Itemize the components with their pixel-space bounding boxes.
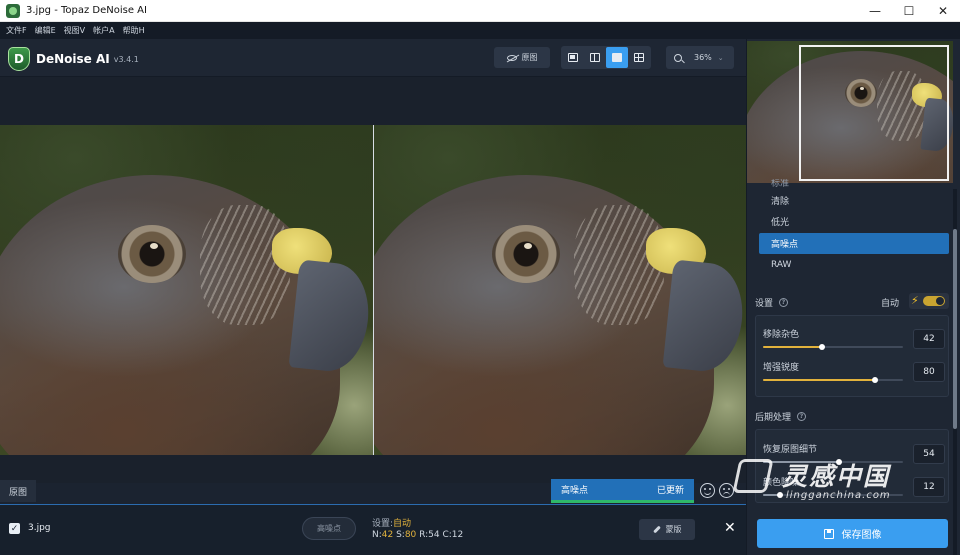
zoom-icon	[674, 53, 682, 62]
model-standard[interactable]: 标准	[759, 179, 949, 189]
slider-knob[interactable]	[835, 459, 842, 465]
toolbar: D DeNoise AI v3.4.1 原图 36% ⌄	[0, 39, 746, 77]
popup-status: 已更新	[656, 486, 684, 496]
close-file-button[interactable]: ✕	[724, 520, 736, 536]
post-processing-header: 后期处理 ?	[755, 410, 807, 423]
maximize-button[interactable]: ☐	[892, 0, 926, 22]
slider-knob[interactable]	[818, 344, 825, 350]
zoom-control[interactable]: 36% ⌄	[666, 46, 734, 69]
frown-icon[interactable]	[719, 483, 734, 498]
view-single-button[interactable]	[562, 47, 584, 68]
view-mode-group	[561, 46, 651, 69]
color-noise-slider: 颜色降噪 12	[755, 472, 949, 502]
view-split-button[interactable]	[584, 47, 606, 68]
chevron-down-icon: ⌄	[717, 53, 724, 62]
model-list: 标准 清除 低光 高噪点 RAW	[759, 179, 949, 276]
show-original-label: 原图	[521, 53, 538, 62]
remove-noise-slider: 移除杂色 42	[755, 324, 949, 354]
feedback-group	[700, 483, 738, 498]
file-stats: N:42 S:80 R:54 C:12	[372, 530, 464, 540]
menu-file[interactable]: 文件F	[6, 25, 27, 36]
panel-scrollbar[interactable]	[953, 189, 957, 555]
save-icon	[823, 528, 834, 539]
split-view-icon	[590, 53, 600, 62]
model-severe-noise[interactable]: 高噪点	[759, 232, 949, 254]
side-by-side-view-icon	[612, 53, 622, 62]
right-panel: 标准 清除 低光 高噪点 RAW 设置 ? 自动 ⚡ 移除杂色 42 增强锐度 …	[746, 39, 960, 555]
color-noise-value[interactable]: 12	[913, 477, 945, 497]
brush-icon	[652, 525, 661, 534]
file-checkbox[interactable]: ✓	[9, 523, 20, 534]
slider-label: 移除杂色	[763, 330, 800, 340]
menu-account[interactable]: 帐户A	[93, 25, 114, 36]
popup-model-name: 高噪点	[561, 486, 589, 496]
model-raw[interactable]: RAW	[759, 254, 949, 275]
zoom-value: 36%	[694, 53, 712, 62]
view-grid-button[interactable]	[628, 47, 650, 68]
sharpen-value[interactable]: 80	[913, 362, 945, 382]
mask-button[interactable]: 蒙版	[639, 519, 695, 540]
title-bar: 3.jpg - Topaz DeNoise AI — ☐ ✕	[0, 0, 960, 22]
slider-knob[interactable]	[872, 377, 878, 383]
recover-detail-value[interactable]: 54	[913, 444, 945, 464]
slider-track[interactable]	[763, 492, 903, 498]
processed-preview[interactable]	[374, 125, 746, 455]
slider-label: 恢复原图细节	[763, 445, 818, 455]
scrollbar-thumb[interactable]	[953, 229, 957, 429]
smile-icon[interactable]	[700, 483, 715, 498]
menu-bar: 文件F 编辑E 视图V 帐户A 帮助H	[0, 22, 960, 39]
window-title: 3.jpg - Topaz DeNoise AI	[26, 5, 147, 16]
single-view-icon	[568, 53, 578, 62]
original-label: 原图	[0, 480, 36, 502]
preview-canvas[interactable]	[0, 77, 746, 483]
slider-track[interactable]	[763, 377, 903, 383]
show-original-button[interactable]: 原图	[494, 47, 550, 68]
menu-view[interactable]: 视图V	[64, 25, 85, 36]
window-controls: — ☐ ✕	[858, 0, 960, 22]
hawk-image-processed	[374, 125, 746, 455]
menu-help[interactable]: 帮助H	[123, 25, 145, 36]
hawk-image-original	[0, 125, 373, 455]
save-image-button[interactable]: 保存图像	[757, 519, 948, 548]
settings-auto-value: 自动	[393, 519, 412, 529]
model-status-popup: 高噪点 已更新	[551, 479, 694, 503]
file-bar: ✓ 3.jpg 高噪点 设置:自动 N:42 S:80 R:54 C:12 蒙版…	[0, 504, 746, 555]
auto-label: 自动	[881, 299, 900, 309]
app-logo: D DeNoise AI v3.4.1	[8, 47, 139, 71]
eye-slash-icon	[506, 54, 517, 61]
help-icon[interactable]: ?	[797, 412, 807, 421]
slider-label: 颜色降噪	[763, 478, 800, 488]
file-settings: 设置:自动	[372, 519, 412, 529]
settings-header: 设置 ?	[755, 296, 789, 309]
model-low-light[interactable]: 低光	[759, 211, 949, 232]
auto-toggle[interactable]: ⚡	[909, 293, 949, 309]
file-name: 3.jpg	[28, 523, 51, 533]
slider-track[interactable]	[763, 459, 903, 465]
slider-knob[interactable]	[776, 492, 783, 498]
denoise-logo-icon: D	[8, 47, 30, 71]
grid-view-icon	[634, 53, 644, 62]
menu-edit[interactable]: 编辑E	[35, 25, 56, 36]
lightning-icon: ⚡	[911, 294, 919, 307]
close-window-button[interactable]: ✕	[926, 0, 960, 22]
model-clear[interactable]: 清除	[759, 190, 949, 211]
auto-switch	[923, 296, 945, 306]
navigator-thumbnail[interactable]	[747, 41, 953, 183]
file-model-pill[interactable]: 高噪点	[302, 517, 356, 540]
minimize-button[interactable]: —	[858, 0, 892, 22]
slider-track[interactable]	[763, 344, 903, 350]
view-side-by-side-button[interactable]	[606, 47, 628, 68]
app-name: DeNoise AI	[36, 52, 110, 66]
remove-noise-value[interactable]: 42	[913, 329, 945, 349]
recover-detail-slider: 恢复原图细节 54	[755, 439, 949, 469]
app-icon	[6, 3, 20, 18]
app-version: v3.4.1	[113, 54, 139, 64]
help-icon[interactable]: ?	[779, 298, 789, 307]
slider-label: 增强锐度	[763, 363, 800, 373]
navigator-frame[interactable]	[799, 45, 949, 181]
original-preview[interactable]	[0, 125, 373, 455]
sharpen-slider: 增强锐度 80	[755, 357, 949, 387]
